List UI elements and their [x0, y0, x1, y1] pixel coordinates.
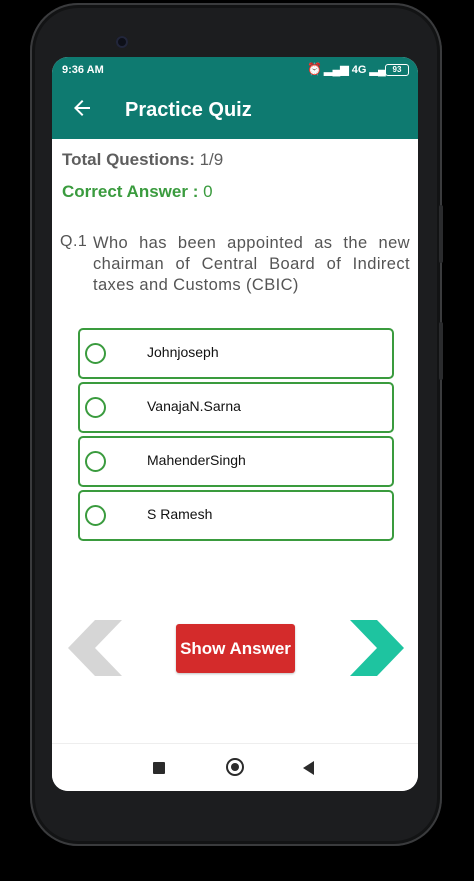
- previous-arrow-icon[interactable]: [66, 620, 124, 676]
- volume-button: [439, 205, 443, 263]
- option-1[interactable]: Johnjoseph: [78, 328, 394, 379]
- home-icon[interactable]: [226, 758, 244, 776]
- correct-answer-label: Correct Answer :: [62, 182, 199, 201]
- option-label: S Ramesh: [147, 506, 213, 522]
- status-time: 9:36 AM: [62, 64, 104, 76]
- radio-button[interactable]: [85, 343, 106, 364]
- radio-button[interactable]: [85, 397, 106, 418]
- signal-icon: ▂▄▆ 4G ▂▄: [324, 64, 386, 76]
- show-answer-button[interactable]: Show Answer: [176, 624, 295, 673]
- system-navigation-bar: [52, 744, 418, 791]
- alarm-clock-icon: ⏰: [307, 62, 322, 76]
- next-arrow-icon[interactable]: [348, 620, 406, 676]
- question-text: Who has been appointed as the new chairm…: [93, 234, 410, 294]
- total-questions: Total Questions: 1/9: [62, 150, 223, 170]
- battery-icon: 93: [385, 64, 409, 76]
- option-label: Johnjoseph: [147, 344, 219, 360]
- status-bar: 9:36 AM ⏰ ▂▄▆ 4G ▂▄ 93: [52, 57, 418, 82]
- back-triangle-icon[interactable]: [303, 761, 314, 775]
- total-questions-value: 1/9: [194, 150, 224, 169]
- battery-level: 93: [392, 65, 402, 74]
- screen: 9:36 AM ⏰ ▂▄▆ 4G ▂▄ 93 Practice Quiz Tot…: [52, 57, 418, 791]
- network-type: 4G: [351, 64, 367, 76]
- power-button: [439, 322, 443, 380]
- page-title: Practice Quiz: [125, 99, 252, 121]
- question-number: Q.1: [60, 233, 88, 250]
- radio-button[interactable]: [85, 505, 106, 526]
- option-4[interactable]: S Ramesh: [78, 490, 394, 541]
- correct-answer-value: 0: [198, 182, 213, 201]
- recent-apps-icon[interactable]: [153, 762, 165, 774]
- arrow-back-icon[interactable]: [70, 96, 94, 120]
- option-3[interactable]: MahenderSingh: [78, 436, 394, 487]
- radio-button[interactable]: [85, 451, 106, 472]
- option-label: MahenderSingh: [147, 452, 246, 468]
- option-2[interactable]: VanajaN.Sarna: [78, 382, 394, 433]
- option-label: VanajaN.Sarna: [147, 398, 241, 414]
- app-bar: Practice Quiz: [52, 82, 418, 139]
- total-questions-label: Total Questions:: [62, 150, 195, 169]
- correct-answer-count: Correct Answer : 0: [62, 182, 213, 202]
- front-camera: [116, 36, 128, 48]
